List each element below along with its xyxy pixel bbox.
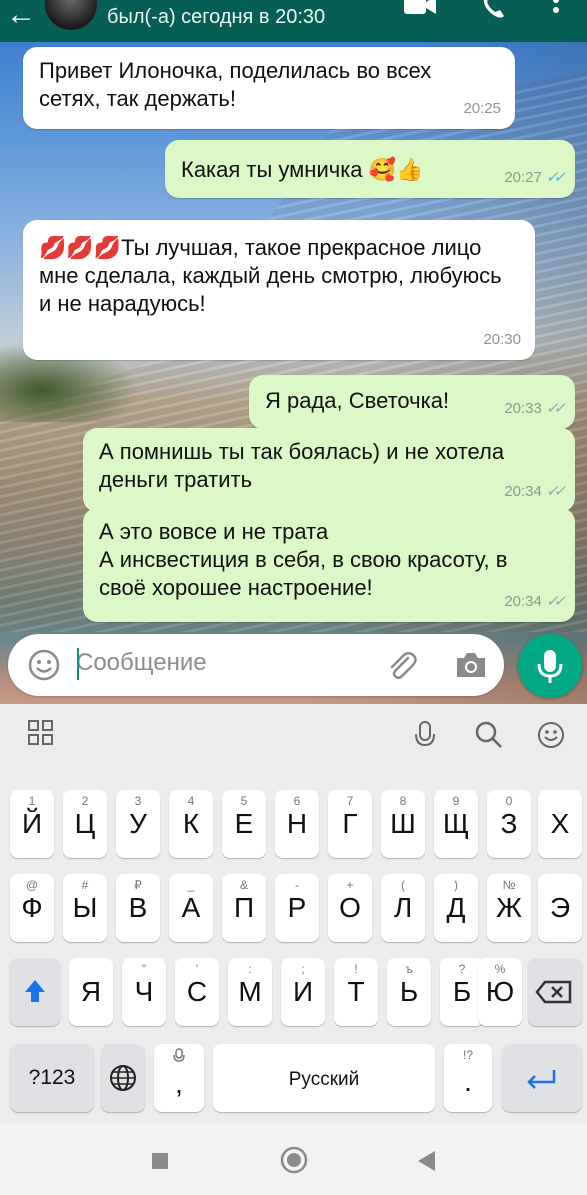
message-input[interactable]: Сообщение (76, 649, 207, 677)
voice-input-icon[interactable] (412, 720, 438, 750)
contact-avatar[interactable] (45, 0, 97, 30)
space-key[interactable]: Русский (213, 1044, 435, 1112)
message-meta: 20:33 ✓✓ (504, 395, 566, 423)
message-bubble-incoming[interactable]: Привет Илоночка, поделилась во всех сетя… (23, 47, 515, 129)
key-л[interactable]: (л (381, 874, 425, 942)
message-time: 20:34 (504, 593, 542, 610)
keyboard-menu-icon[interactable] (28, 720, 54, 746)
voice-record-button[interactable] (518, 634, 582, 698)
text-cursor (77, 648, 79, 680)
message-time: 20:33 (504, 400, 542, 417)
message-bubble-incoming[interactable]: 💋💋💋Ты лучшая, такое прекрасное лицо мне … (23, 220, 535, 360)
navigation-bar (0, 1124, 587, 1195)
message-bubble-outgoing[interactable]: А это вовсе и не трата А инсвестиция в с… (83, 508, 575, 622)
symbols-key[interactable]: ?123 (10, 1044, 94, 1112)
key-а[interactable]: _ а (169, 874, 213, 942)
message-text: А это вовсе и не трата А инсвестиция в с… (99, 519, 508, 600)
enter-key[interactable] (502, 1044, 582, 1112)
message-meta: 20:34 ✓✓ (504, 478, 566, 506)
voice-call-icon[interactable] (478, 0, 508, 22)
message-bubble-outgoing[interactable]: А помнишь ты так боялась) и не хотела де… (83, 428, 575, 512)
message-input-bar[interactable]: Сообщение (8, 634, 504, 696)
key-ж[interactable]: № ж (487, 874, 531, 942)
message-bubble-outgoing[interactable]: Я рада, Светочка! 20:33 ✓✓ (249, 375, 575, 429)
key-г[interactable]: 7г (328, 790, 372, 858)
key-ю[interactable]: % ю (478, 958, 522, 1026)
key-н[interactable]: 6н (275, 790, 319, 858)
message-text: Привет Илоночка, поделилась во всех сетя… (39, 58, 432, 111)
key-в[interactable]: ₽ в (116, 874, 160, 942)
key-м[interactable]: :м (228, 958, 272, 1026)
key-й[interactable]: 1й (10, 790, 54, 858)
key-д[interactable]: ) д (434, 874, 478, 942)
language-key[interactable] (101, 1044, 145, 1112)
key-я[interactable]: я (69, 958, 113, 1026)
microphone-icon (537, 650, 563, 683)
backspace-icon (535, 980, 572, 1004)
enter-arrow-icon (527, 1070, 556, 1089)
message-meta: 20:34 ✓✓ (504, 588, 566, 616)
key-к[interactable]: 4к (169, 790, 213, 858)
message-text: Какая ты умничка 🥰👍 (181, 157, 424, 182)
key-у[interactable]: 3у (116, 790, 160, 858)
globe-icon (110, 1065, 136, 1091)
comma-key[interactable]: , (154, 1044, 204, 1112)
message-bubble-outgoing[interactable]: Какая ты умничка 🥰👍 20:27 ✓✓ (165, 140, 575, 198)
back-arrow-icon[interactable]: ← (6, 0, 36, 32)
message-meta: 20:30 (483, 326, 521, 354)
key-ы[interactable]: # ы (63, 874, 107, 942)
key-х[interactable]: х (538, 790, 582, 858)
message-text: 💋💋💋Ты лучшая, такое прекрасное лицо мне … (39, 235, 502, 316)
video-call-icon[interactable] (400, 0, 440, 22)
chat-background: Привет Илоночка, поделилась во всех сетя… (0, 42, 587, 704)
message-meta: 20:27 ✓✓ (504, 164, 566, 192)
delivered-ticks-icon: ✓✓ (545, 593, 566, 610)
back-triangle-icon[interactable] (415, 1149, 437, 1173)
period-key[interactable]: !? . (444, 1044, 492, 1112)
backspace-key[interactable] (528, 958, 582, 1026)
key-т[interactable]: ! т (334, 958, 378, 1026)
camera-icon[interactable] (454, 649, 488, 681)
key-о[interactable]: + о (328, 874, 372, 942)
delivered-ticks-icon: ✓✓ (545, 400, 566, 417)
keyboard-search-icon[interactable] (474, 720, 504, 750)
key-п[interactable]: & п (222, 874, 266, 942)
read-ticks-icon: ✓✓ (545, 169, 566, 186)
key-ф[interactable]: @ ф (10, 874, 54, 942)
last-seen-status: был(-а) сегодня в 20:30 (107, 6, 326, 28)
key-з[interactable]: 0з (487, 790, 531, 858)
key-ч[interactable]: " ч (122, 958, 166, 1026)
delivered-ticks-icon: ✓✓ (545, 483, 566, 500)
shift-arrow-icon (25, 980, 45, 1002)
key-ш[interactable]: 8ш (381, 790, 425, 858)
more-options-icon[interactable] (548, 0, 564, 22)
message-time: 20:27 (504, 169, 542, 186)
key-с[interactable]: ' с (175, 958, 219, 1026)
message-time: 20:34 (504, 483, 542, 500)
recents-square-icon[interactable] (150, 1151, 170, 1171)
home-circle-icon[interactable] (279, 1145, 309, 1175)
key-ц[interactable]: 2ц (63, 790, 107, 858)
message-time: 20:25 (463, 100, 501, 117)
chat-header: ← был(-а) сегодня в 20:30 (0, 0, 587, 42)
key-э[interactable]: э (538, 874, 582, 942)
keyboard: 1й 2ц 3у 4к 5е 6н 7г 8ш 9щ 0з х @ ф # ы ₽ в… (0, 704, 587, 1124)
message-meta: 20:25 (463, 95, 501, 123)
message-time: 20:30 (483, 331, 521, 348)
attach-clip-icon[interactable] (384, 648, 418, 682)
key-и[interactable]: ; и (281, 958, 325, 1026)
emoji-icon[interactable] (28, 649, 60, 681)
message-text: А помнишь ты так боялась) и не хотела де… (99, 439, 505, 492)
key-щ[interactable]: 9щ (434, 790, 478, 858)
key-е[interactable]: 5е (222, 790, 266, 858)
key-р[interactable]: -р (275, 874, 319, 942)
mic-hint-icon (173, 1048, 185, 1062)
keyboard-emoji-icon[interactable] (536, 720, 566, 750)
key-ь[interactable]: ъь (387, 958, 431, 1026)
shift-key[interactable] (10, 958, 60, 1026)
